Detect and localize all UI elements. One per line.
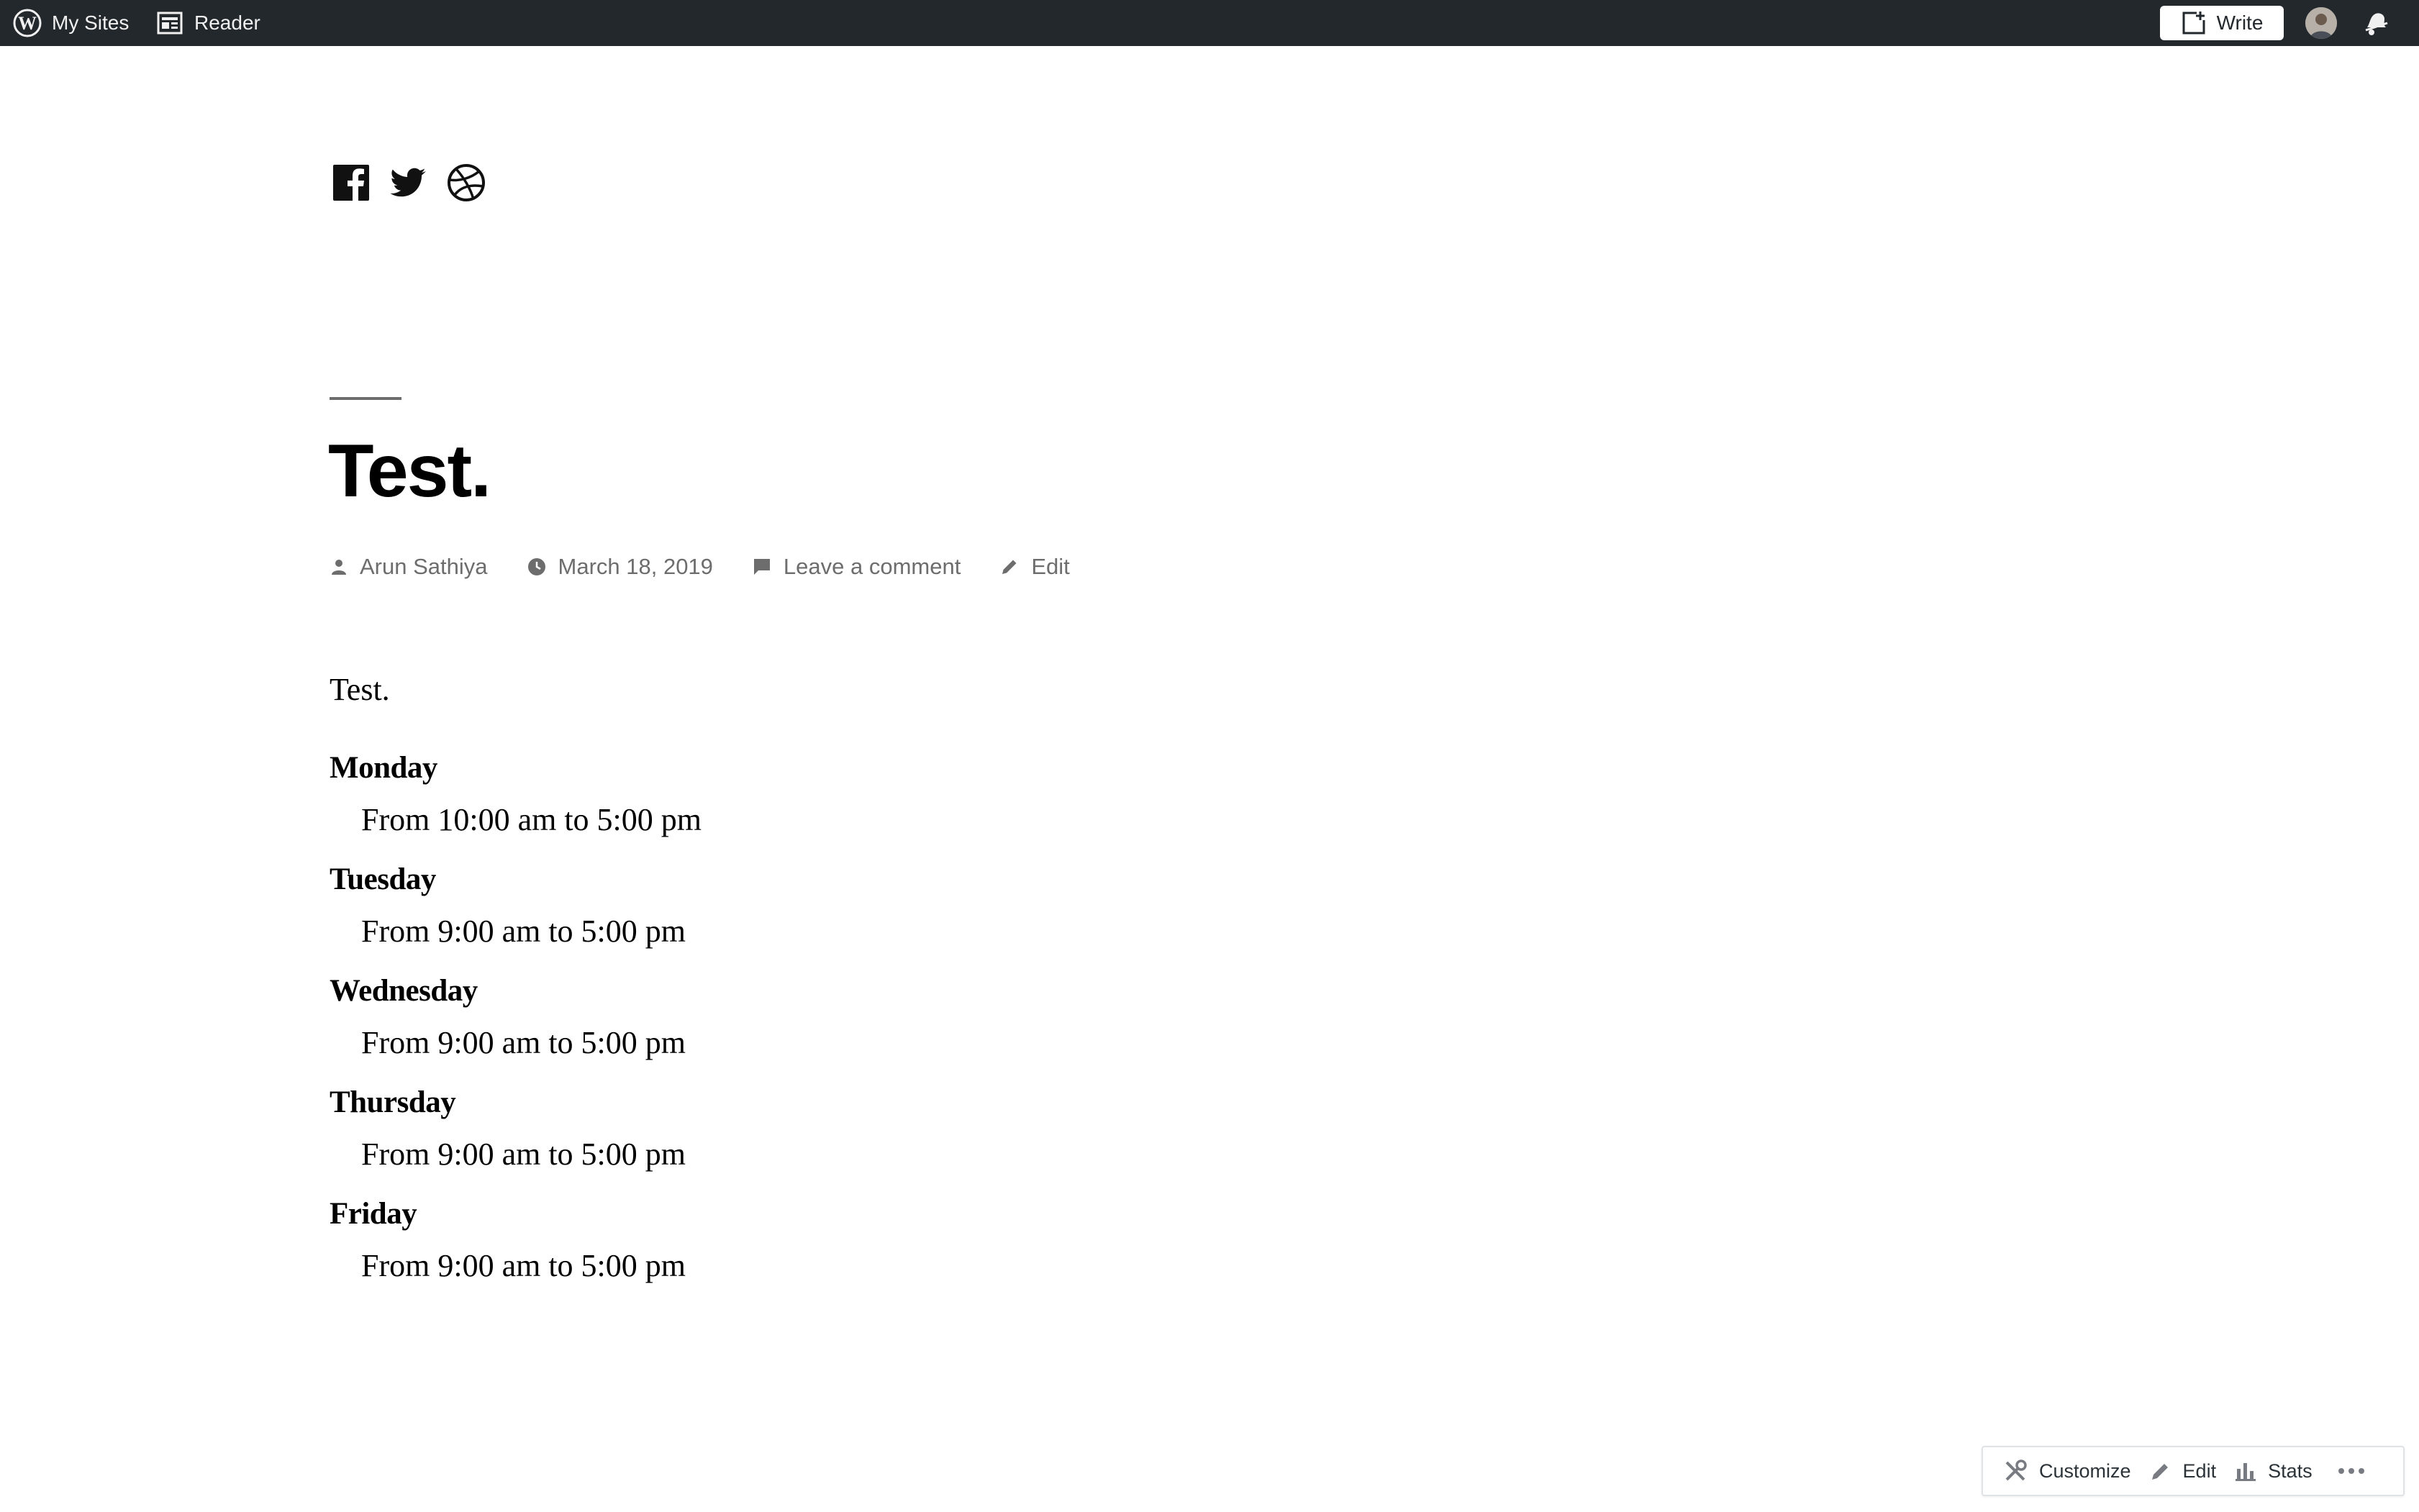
post-title: Test. [328, 429, 491, 513]
opening-hours-day: Friday From 9:00 am to 5:00 pm [330, 1195, 1409, 1286]
avatar-image [2305, 7, 2337, 39]
post-comments: Leave a comment [752, 554, 961, 580]
day-name: Wednesday [330, 974, 478, 1008]
svg-text:W: W [18, 13, 37, 34]
comment-icon [753, 559, 770, 575]
social-links [331, 163, 486, 203]
post-author: Arun Sathiya [330, 554, 488, 580]
clock-icon [527, 558, 545, 575]
notifications-bell-icon [2365, 13, 2388, 35]
floating-action-bar: Customize Edit Stats [1982, 1446, 2405, 1496]
write-plus-icon [2182, 12, 2205, 35]
twitter-link[interactable] [389, 163, 429, 203]
dribbble-link[interactable] [446, 163, 486, 203]
customize-label: Customize [2039, 1459, 2131, 1482]
day-hours: From 9:00 am to 5:00 pm [361, 1136, 686, 1172]
ellipsis-dot [2338, 1468, 2344, 1474]
stats-label: Stats [2268, 1459, 2313, 1482]
facebook-link[interactable] [331, 163, 371, 203]
edit-post-link[interactable]: Edit [1031, 554, 1069, 580]
opening-hours-day: Thursday From 9:00 am to 5:00 pm [330, 1083, 1409, 1175]
day-hours: From 9:00 am to 5:00 pm [361, 913, 686, 949]
day-name: Friday [330, 1196, 417, 1231]
day-name: Tuesday [330, 862, 436, 897]
ellipsis-dot [2348, 1468, 2354, 1474]
reader-icon [157, 12, 183, 35]
title-divider [330, 397, 401, 400]
reader-menu[interactable]: Reader [157, 0, 260, 46]
person-icon [332, 560, 346, 575]
twitter-icon [390, 168, 426, 197]
post-content: Test. Monday From 10:00 am to 5:00 pm Tu… [330, 669, 1409, 1306]
day-hours: From 9:00 am to 5:00 pm [361, 1024, 686, 1060]
date-link[interactable]: March 18, 2019 [558, 554, 713, 580]
opening-hours-day: Wednesday From 9:00 am to 5:00 pm [330, 972, 1409, 1063]
edit-button[interactable]: Edit [2150, 1459, 2217, 1483]
stats-button[interactable]: Stats [2235, 1460, 2313, 1483]
day-hours: From 10:00 am to 5:00 pm [361, 801, 702, 837]
opening-hours-day: Monday From 10:00 am to 5:00 pm [330, 749, 1409, 840]
post-date: March 18, 2019 [527, 554, 713, 580]
author-link[interactable]: Arun Sathiya [360, 554, 488, 580]
ellipsis-dot [2358, 1468, 2364, 1474]
day-name: Thursday [330, 1085, 456, 1119]
bar-chart-icon [2236, 1463, 2256, 1481]
pencil-icon [2151, 1464, 2168, 1480]
admin-bar: W My Sites Reader Write [0, 0, 2419, 46]
tools-icon [2005, 1459, 2027, 1481]
reader-label: Reader [194, 12, 260, 34]
pencil-icon [1002, 560, 1017, 574]
post-intro: Test. [330, 672, 390, 707]
wordpress-logo-icon: W [13, 9, 42, 37]
write-label: Write [2216, 12, 2264, 34]
dribbble-icon [448, 164, 485, 201]
edit-label: Edit [2182, 1459, 2217, 1482]
avatar[interactable] [2305, 7, 2337, 39]
post-edit: Edit [999, 554, 1070, 580]
notifications-button[interactable] [2361, 9, 2390, 41]
facebook-icon [333, 165, 369, 201]
more-options-button[interactable] [2338, 1468, 2364, 1474]
write-button[interactable]: Write [2160, 6, 2284, 40]
post-meta: Arun Sathiya March 18, 2019 Leave a comm… [330, 554, 1109, 580]
day-name: Monday [330, 751, 437, 785]
customize-button[interactable]: Customize [2003, 1459, 2131, 1483]
day-hours: From 9:00 am to 5:00 pm [361, 1247, 686, 1283]
my-sites-label: My Sites [52, 12, 130, 34]
opening-hours-day: Tuesday From 9:00 am to 5:00 pm [330, 860, 1409, 952]
leave-comment-link[interactable]: Leave a comment [784, 554, 961, 580]
my-sites-menu[interactable]: W My Sites [13, 0, 129, 46]
